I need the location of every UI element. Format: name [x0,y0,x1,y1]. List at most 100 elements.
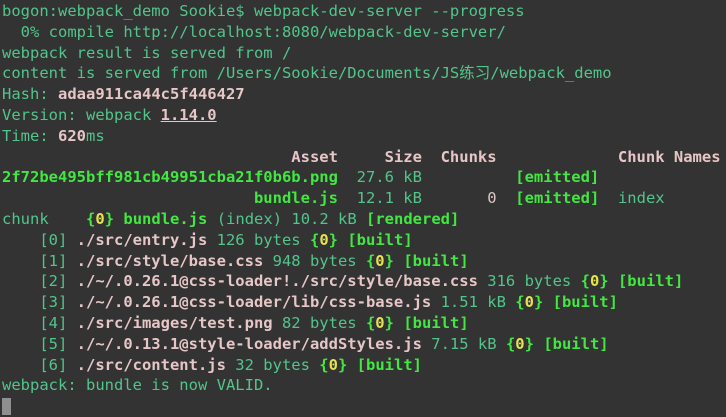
text-segment: [6] [2,356,77,374]
text-segment: 0 [375,252,384,270]
terminal-output: bogon:webpack_demo Sookie$ webpack-dev-s… [2,1,726,396]
text-segment: [built] [543,335,608,353]
text-segment [394,252,403,270]
cursor-line [2,396,726,417]
text-segment: 948 bytes [263,252,366,270]
text-segment: [rendered] [366,210,459,228]
terminal-line: content is served from /Users/Sookie/Doc… [2,63,726,84]
text-segment: } [385,252,394,270]
terminal-line: [4] ./src/images/test.png 82 bytes {0} [… [2,313,726,334]
text-segment: } [525,335,534,353]
text-segment: 0 [590,272,599,290]
text-segment: Version: webpack [2,106,161,124]
text-segment [609,272,618,290]
text-segment: [emitted] [515,168,599,186]
text-segment: ./src/style/base.css [77,252,264,270]
text-segment: ./~/.0.26.1@css-loader!./src/style/base.… [77,272,478,290]
text-segment: ./~/.0.13.1@style-loader/addStyles.js [77,335,422,353]
text-segment [338,231,347,249]
text-segment: 27.6 kB [338,168,515,186]
text-segment: [1] [2,252,77,270]
terminal-line: bundle.js 12.1 kB 0 [emitted] index [2,188,726,209]
text-segment: [built] [553,293,618,311]
text-segment: (index) 10.2 kB [207,210,366,228]
text-segment: { [366,314,375,332]
text-segment [599,189,618,207]
terminal-cursor [2,398,11,415]
terminal-line: bogon:webpack_demo Sookie$ webpack-dev-s… [2,1,726,22]
text-segment: } [329,231,338,249]
text-segment [497,189,516,207]
text-segment: { [515,293,524,311]
text-segment: bundle.js [123,210,207,228]
text-segment: } [338,356,347,374]
terminal-line: Version: webpack 1.14.0 [2,105,726,126]
text-segment: 126 bytes [207,231,310,249]
text-segment: } [534,293,543,311]
terminal-line: Time: 620ms [2,126,726,147]
text-segment: { [86,210,95,228]
text-segment: } [105,210,114,228]
text-segment: index [618,189,665,207]
text-segment: [built] [403,252,468,270]
terminal-line: [3] ./~/.0.26.1@css-loader/lib/css-base.… [2,292,726,313]
text-segment: [5] [2,335,77,353]
text-segment: [4] [2,314,77,332]
text-segment: webpack result is served from / [2,44,291,62]
text-segment [394,314,403,332]
terminal-line: [1] ./src/style/base.css 948 bytes {0} [… [2,251,726,272]
text-segment: { [506,335,515,353]
text-segment: 2f72be495bff981cb49951cba21f0b6b.png [2,168,338,186]
text-segment: [emitted] [515,189,599,207]
terminal-line: webpack result is served from / [2,43,726,64]
terminal-line: webpack: bundle is now VALID. [2,375,726,396]
text-segment: 1.51 kB [431,293,515,311]
text-segment: [2] [2,272,77,290]
text-segment: { [310,231,319,249]
text-segment: 32 bytes [226,356,319,374]
terminal-line: [5] ./~/.0.13.1@style-loader/addStyles.j… [2,334,726,355]
terminal-line: 2f72be495bff981cb49951cba21f0b6b.png 27.… [2,167,726,188]
text-segment: 0% compile http://localhost:8080/webpack… [2,23,506,41]
text-segment [347,356,356,374]
terminal-line: [6] ./src/content.js 32 bytes {0} [built… [2,355,726,376]
text-segment: webpack: bundle is now VALID. [2,376,273,394]
text-segment: [built] [618,272,683,290]
text-segment: bundle.js [254,189,338,207]
text-segment: bogon:webpack_demo Sookie$ webpack-dev-s… [2,2,525,20]
text-segment: ./src/entry.js [77,231,208,249]
text-segment: 0 [95,210,104,228]
text-segment: 0 [329,356,338,374]
text-segment [2,189,254,207]
terminal-line: [0] ./src/entry.js 126 bytes {0} [built] [2,230,726,251]
text-segment: 0 [319,231,328,249]
text-segment: } [385,314,394,332]
text-segment: Hash: [2,85,58,103]
text-segment: ms [86,127,105,145]
text-segment: [0] [2,231,77,249]
text-segment: ./src/images/test.png [77,314,273,332]
text-segment: 0 [525,293,534,311]
text-segment: 82 bytes [273,314,366,332]
text-segment: { [366,252,375,270]
text-segment: [built] [357,356,422,374]
text-segment: 620 [58,127,86,145]
text-segment: [built] [347,231,412,249]
text-segment: [built] [403,314,468,332]
text-segment: { [319,356,328,374]
text-segment: ./src/content.js [77,356,226,374]
text-segment: 0 [375,314,384,332]
text-segment: 7.15 kB [422,335,506,353]
text-segment: 316 bytes [478,272,581,290]
text-segment: 0 [487,189,496,207]
text-segment [534,335,543,353]
terminal-line: chunk {0} bundle.js (index) 10.2 kB [ren… [2,209,726,230]
text-segment: Time: [2,127,58,145]
terminal-window[interactable]: bogon:webpack_demo Sookie$ webpack-dev-s… [0,0,726,417]
terminal-line: Hash: adaa911ca44c5f446427 [2,84,726,105]
terminal-line: 0% compile http://localhost:8080/webpack… [2,22,726,43]
text-segment: Asset Size Chunks Chunk Names [2,148,721,166]
text-segment: 12.1 kB [338,189,487,207]
text-segment: ./~/.0.26.1@css-loader/lib/css-base.js [77,293,432,311]
text-segment: 1.14.0 [161,106,217,124]
